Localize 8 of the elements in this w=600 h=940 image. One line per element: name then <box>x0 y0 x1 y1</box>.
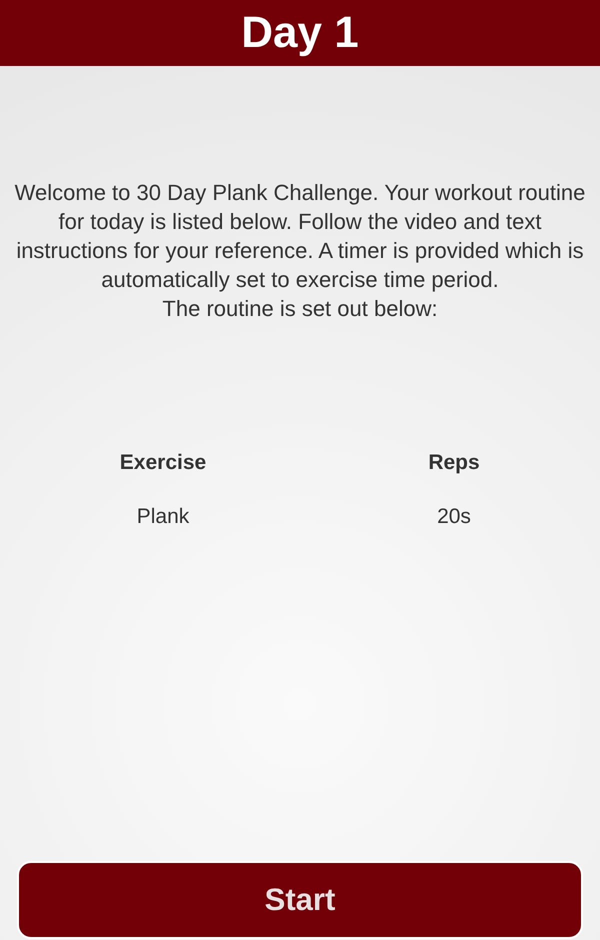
intro-paragraph: The routine is set out below: <box>161 295 439 323</box>
intro-paragraph: Welcome to 30 Day Plank Challenge. Your workout routine for today is listed below. Follow the video and text instructions for your reference. A timer is provided which is automatically set to exercise time period. <box>14 179 586 294</box>
start-button[interactable]: Start <box>17 861 583 939</box>
day-title: Day 1 <box>241 11 359 55</box>
table-cell-text: Plank <box>136 504 190 530</box>
column-header: Exercise <box>118 450 208 476</box>
column-header: Reps <box>427 450 481 476</box>
table-cell-text: 20s <box>436 504 472 530</box>
